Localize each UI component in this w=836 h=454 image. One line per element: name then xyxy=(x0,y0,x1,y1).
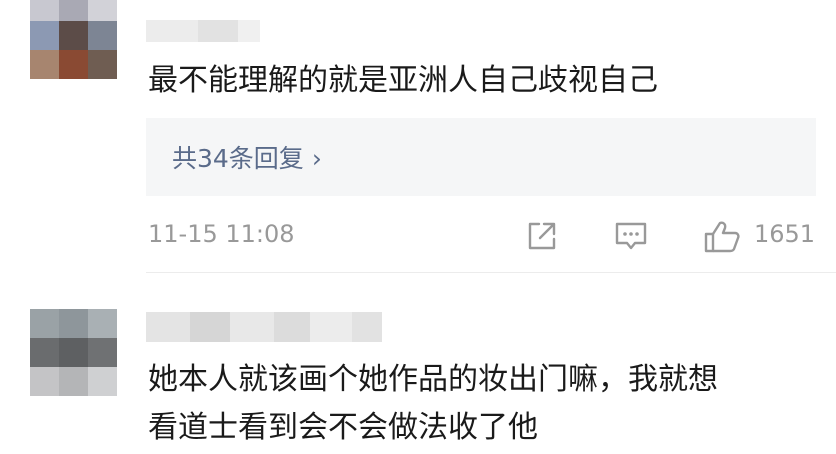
avatar-pixel xyxy=(59,50,88,79)
avatar[interactable] xyxy=(30,0,117,79)
avatar-pixel xyxy=(59,0,88,21)
avatar-pixel xyxy=(88,367,117,396)
replies-label: 共34条回复 xyxy=(172,144,304,173)
share-icon[interactable] xyxy=(525,219,559,257)
comment-icon[interactable] xyxy=(613,219,649,257)
replies-box[interactable]: 共34条回复 › xyxy=(146,118,816,196)
avatar-pixel xyxy=(59,367,88,396)
chevron-right-icon: › xyxy=(311,144,322,173)
avatar-pixel xyxy=(30,309,59,338)
view-replies-link[interactable]: 共34条回复 › xyxy=(172,139,322,175)
username-blurred[interactable] xyxy=(146,312,382,342)
avatar-pixel xyxy=(59,309,88,338)
avatar-pixel xyxy=(88,309,117,338)
avatar-pixel xyxy=(30,0,59,21)
comment-timestamp: 11-15 11:08 xyxy=(148,220,295,248)
avatar-pixel xyxy=(59,338,88,367)
avatar-pixel xyxy=(30,21,59,50)
avatar-pixel xyxy=(88,0,117,21)
avatar-pixel xyxy=(88,21,117,50)
thumbs-up-icon[interactable] xyxy=(702,219,742,259)
avatar-pixel xyxy=(30,50,59,79)
comment-text-line: 看道士看到会不会做法收了他 xyxy=(148,410,538,445)
comment-text: 最不能理解的就是亚洲人自己歧视自己 xyxy=(148,63,658,98)
avatar-pixel xyxy=(88,50,117,79)
like-count: 1651 xyxy=(754,220,816,248)
avatar-pixel xyxy=(30,367,59,396)
username-blurred[interactable] xyxy=(146,20,260,42)
comment-text-line: 她本人就该画个她作品的妆出门嘛，我就想 xyxy=(148,362,718,397)
avatar-pixel xyxy=(88,338,117,367)
comment-divider xyxy=(146,272,836,273)
avatar-pixel xyxy=(30,338,59,367)
avatar-pixel xyxy=(59,21,88,50)
avatar[interactable] xyxy=(30,309,117,396)
